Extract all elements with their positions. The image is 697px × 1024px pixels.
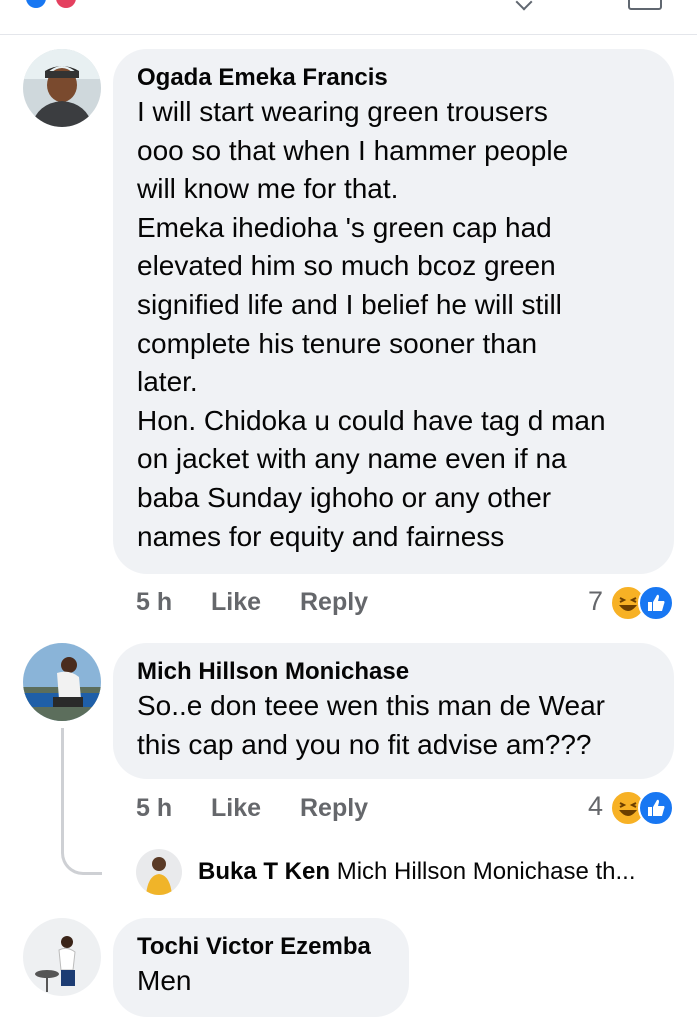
reaction-count: 7 bbox=[588, 586, 604, 616]
comment-author[interactable]: Tochi Victor Ezemba bbox=[137, 932, 385, 962]
comment-bubble: Tochi Victor Ezemba Men bbox=[113, 918, 409, 1017]
reply-thread-line bbox=[61, 728, 102, 875]
reply-author[interactable]: Buka T Ken bbox=[198, 858, 330, 885]
reaction-counter[interactable]: 4 bbox=[586, 790, 676, 826]
comment-timestamp[interactable]: 5 h bbox=[136, 794, 172, 823]
reaction-counter[interactable]: 7 bbox=[586, 585, 676, 621]
reaction-count: 4 bbox=[588, 791, 604, 821]
comment-timestamp[interactable]: 5 h bbox=[136, 588, 172, 617]
avatar[interactable] bbox=[23, 918, 101, 996]
comment-actions: 5 h Like Reply bbox=[136, 794, 556, 828]
love-icon bbox=[56, 0, 76, 8]
avatar[interactable] bbox=[23, 49, 101, 127]
share-icon[interactable] bbox=[628, 0, 662, 10]
checkmark-icon bbox=[515, 0, 533, 11]
comment-bubble: Ogada Emeka Francis I will start wearing… bbox=[113, 49, 674, 574]
reply-button[interactable]: Reply bbox=[300, 588, 368, 617]
comment-text: So..e don teee wen this man de Wear this… bbox=[137, 690, 605, 760]
like-icon bbox=[638, 585, 674, 621]
comment-actions: 5 h Like Reply bbox=[136, 588, 556, 622]
like-button[interactable]: Like bbox=[211, 588, 261, 617]
comment-bubble: Mich Hillson Monichase So..e don teee we… bbox=[113, 643, 674, 779]
avatar[interactable] bbox=[136, 849, 182, 895]
comment-author[interactable]: Mich Hillson Monichase bbox=[137, 657, 650, 687]
like-icon bbox=[638, 790, 674, 826]
comment-author[interactable]: Ogada Emeka Francis bbox=[137, 63, 650, 93]
like-icon bbox=[26, 0, 46, 8]
comment-text: Men bbox=[137, 965, 192, 996]
like-button[interactable]: Like bbox=[211, 794, 261, 823]
comment-text: I will start wearing green trousers ooo … bbox=[137, 96, 606, 552]
reaction-summary-bar bbox=[0, 0, 697, 35]
avatar[interactable] bbox=[23, 643, 101, 721]
reply-text: Mich Hillson Monichase th... bbox=[336, 858, 636, 885]
reply-button[interactable]: Reply bbox=[300, 794, 368, 823]
reply-preview[interactable]: Buka T Ken Mich Hillson Monichase th... bbox=[198, 858, 635, 886]
